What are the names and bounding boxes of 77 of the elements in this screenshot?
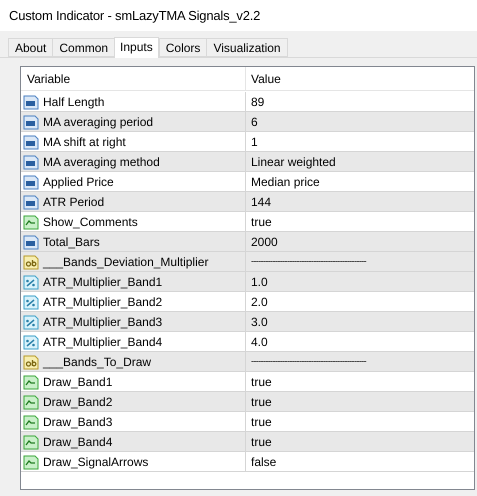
variable-name: ATR_Multiplier_Band3 xyxy=(43,314,162,330)
variable-value: 4.0 xyxy=(251,334,268,350)
variable-name: Applied Price xyxy=(43,174,114,190)
variable-name: ___Bands_To_Draw xyxy=(43,354,152,370)
variable-value: 6 xyxy=(251,114,258,130)
window-title: Custom Indicator - smLazyTMA Signals_v2.2 xyxy=(9,6,260,25)
table-row[interactable]: Half Length 89 xyxy=(21,92,474,112)
table-row[interactable]: Draw_Band4 true xyxy=(21,432,474,452)
table-row[interactable]: MA shift at right 1 xyxy=(21,132,474,152)
variable-value: false xyxy=(251,454,276,470)
column-header[interactable]: Variable xyxy=(21,67,246,90)
table-row[interactable]: ATR Period 144 xyxy=(21,192,474,212)
variable-value: Linear weighted xyxy=(251,154,336,170)
variable-name: ATR Period xyxy=(43,194,104,210)
variable-value: true xyxy=(251,394,272,410)
variable-name: Draw_Band1 xyxy=(43,374,112,390)
tab[interactable]: Inputs xyxy=(114,37,159,58)
line-chart-icon xyxy=(23,374,39,390)
variable-name: Show_Comments xyxy=(43,214,138,230)
variable-value: 1 xyxy=(251,134,258,150)
variable-value: 144 xyxy=(251,194,272,210)
line-chart-icon xyxy=(23,214,39,230)
variable-name: MA averaging period xyxy=(43,114,154,130)
table-row[interactable]: MA averaging period 6 xyxy=(21,112,474,132)
line-chart-icon xyxy=(23,434,39,450)
variable-name: ATR_Multiplier_Band1 xyxy=(43,274,162,290)
table-row[interactable]: Draw_Band2 true xyxy=(21,392,474,412)
tab[interactable]: About xyxy=(8,38,52,57)
variable-value: true xyxy=(251,414,272,430)
table-row[interactable]: Draw_Band3 true xyxy=(21,412,474,432)
variable-value: true xyxy=(251,434,272,450)
table-row[interactable]: ATR_Multiplier_Band3 3.0 xyxy=(21,312,474,332)
table-row[interactable]: ___Bands_To_Draw ------------------------------------------------ xyxy=(21,352,474,372)
variable-name: Total_Bars xyxy=(43,234,100,250)
line-chart-icon xyxy=(23,414,39,430)
tab[interactable]: Common xyxy=(52,38,114,57)
variable-name: MA averaging method xyxy=(43,154,160,170)
fraction-type-icon xyxy=(23,334,39,350)
fraction-type-icon xyxy=(23,294,39,310)
tab[interactable]: Colors xyxy=(158,38,206,57)
table-row[interactable]: ATR_Multiplier_Band2 2.0 xyxy=(21,292,474,312)
variable-value: 2.0 xyxy=(251,294,268,310)
fraction-type-icon xyxy=(23,314,39,330)
table-row[interactable]: Total_Bars 2000 xyxy=(21,232,474,252)
variable-value: 89 xyxy=(251,94,264,110)
variable-name: Draw_Band3 xyxy=(43,414,112,430)
variable-value: 3.0 xyxy=(251,314,268,330)
variable-name: Draw_Band2 xyxy=(43,394,112,410)
table-row[interactable]: Draw_SignalArrows false xyxy=(21,452,474,472)
variable-name: ATR_Multiplier_Band4 xyxy=(43,334,162,350)
column-header[interactable]: Value xyxy=(246,67,474,90)
fraction-type-icon xyxy=(23,274,39,290)
variable-value: Median price xyxy=(251,174,320,190)
variable-value: 1.0 xyxy=(251,274,268,290)
text-type-icon xyxy=(23,354,39,370)
variable-value: ------------------------------------------------ xyxy=(251,254,366,268)
text-type-icon xyxy=(23,254,39,270)
table-row[interactable]: Draw_Band1 true xyxy=(21,372,474,392)
variable-name: Half Length xyxy=(43,94,104,110)
variable-name: ATR_Multiplier_Band2 xyxy=(43,294,162,310)
variable-value: ------------------------------------------------ xyxy=(251,354,366,368)
variable-name: MA shift at right xyxy=(43,134,126,150)
table-row[interactable]: ___Bands_Deviation_Multiplier ------------------------------------------------ xyxy=(21,252,474,272)
variable-value: 2000 xyxy=(251,234,278,250)
table-row[interactable]: MA averaging method Linear weighted xyxy=(21,152,474,172)
tab[interactable]: Visualization xyxy=(206,38,288,57)
line-chart-icon xyxy=(23,454,39,470)
variable-value: true xyxy=(251,374,272,390)
table-row[interactable]: ATR_Multiplier_Band4 4.0 xyxy=(21,332,474,352)
variable-name: Draw_SignalArrows xyxy=(43,454,148,470)
variable-name: ___Bands_Deviation_Multiplier xyxy=(43,254,208,270)
table-row[interactable]: ATR_Multiplier_Band1 1.0 xyxy=(21,272,474,292)
variable-name: Draw_Band4 xyxy=(43,434,112,450)
line-chart-icon xyxy=(23,394,39,410)
variable-value: true xyxy=(251,214,272,230)
table-row[interactable]: Applied Price Median price xyxy=(21,172,474,192)
table-row[interactable]: Show_Comments true xyxy=(21,212,474,232)
